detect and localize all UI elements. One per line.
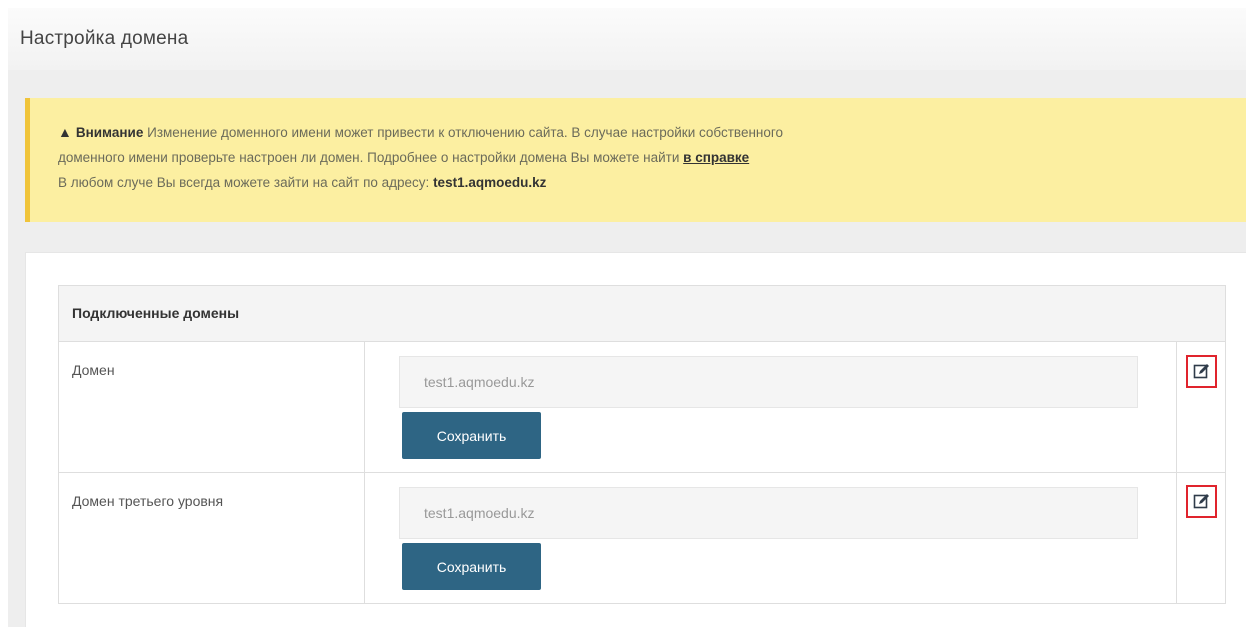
third-level-domain-input[interactable] xyxy=(399,487,1138,539)
edit-button[interactable] xyxy=(1186,485,1217,518)
row-label: Домен третьего уровня xyxy=(59,473,365,603)
alert-line-2: доменного имени проверьте настроен ли до… xyxy=(58,145,1246,170)
alert-text-1: Изменение доменного имени может привести… xyxy=(147,125,784,140)
edit-cell xyxy=(1176,342,1227,472)
warning-alert: ▲ Внимание Изменение доменного имени може… xyxy=(25,98,1246,222)
alert-text-3: В любом случе Вы всегда можете зайти на … xyxy=(58,175,430,190)
domains-table: Подключенные домены Домен Сохранить Доме… xyxy=(58,285,1226,604)
alert-text-2: доменного имени проверьте настроен ли до… xyxy=(58,150,680,165)
domain-input[interactable] xyxy=(399,356,1138,408)
edit-button[interactable] xyxy=(1186,355,1217,388)
alert-line-3: В любом случе Вы всегда можете зайти на … xyxy=(58,170,1246,195)
warning-triangle-icon: ▲ xyxy=(58,124,72,140)
alert-line-1: ▲ Внимание Изменение доменного имени може… xyxy=(58,120,1246,145)
alert-strong: Внимание xyxy=(75,125,144,140)
table-row: Домен третьего уровня Сохранить xyxy=(59,473,1225,603)
edit-icon xyxy=(1193,494,1209,509)
save-button[interactable]: Сохранить xyxy=(402,543,541,590)
site-address: test1.aqmoedu.kz xyxy=(433,175,547,190)
page-header: Настройка домена xyxy=(8,8,1246,70)
row-label: Домен xyxy=(59,342,365,472)
save-button[interactable]: Сохранить xyxy=(402,412,541,459)
edit-cell xyxy=(1176,473,1227,603)
page-title: Настройка домена xyxy=(20,28,189,49)
edit-icon xyxy=(1193,364,1209,379)
table-header: Подключенные домены xyxy=(59,286,1225,342)
table-row: Домен Сохранить xyxy=(59,342,1225,473)
help-link[interactable]: в справке xyxy=(683,150,749,165)
